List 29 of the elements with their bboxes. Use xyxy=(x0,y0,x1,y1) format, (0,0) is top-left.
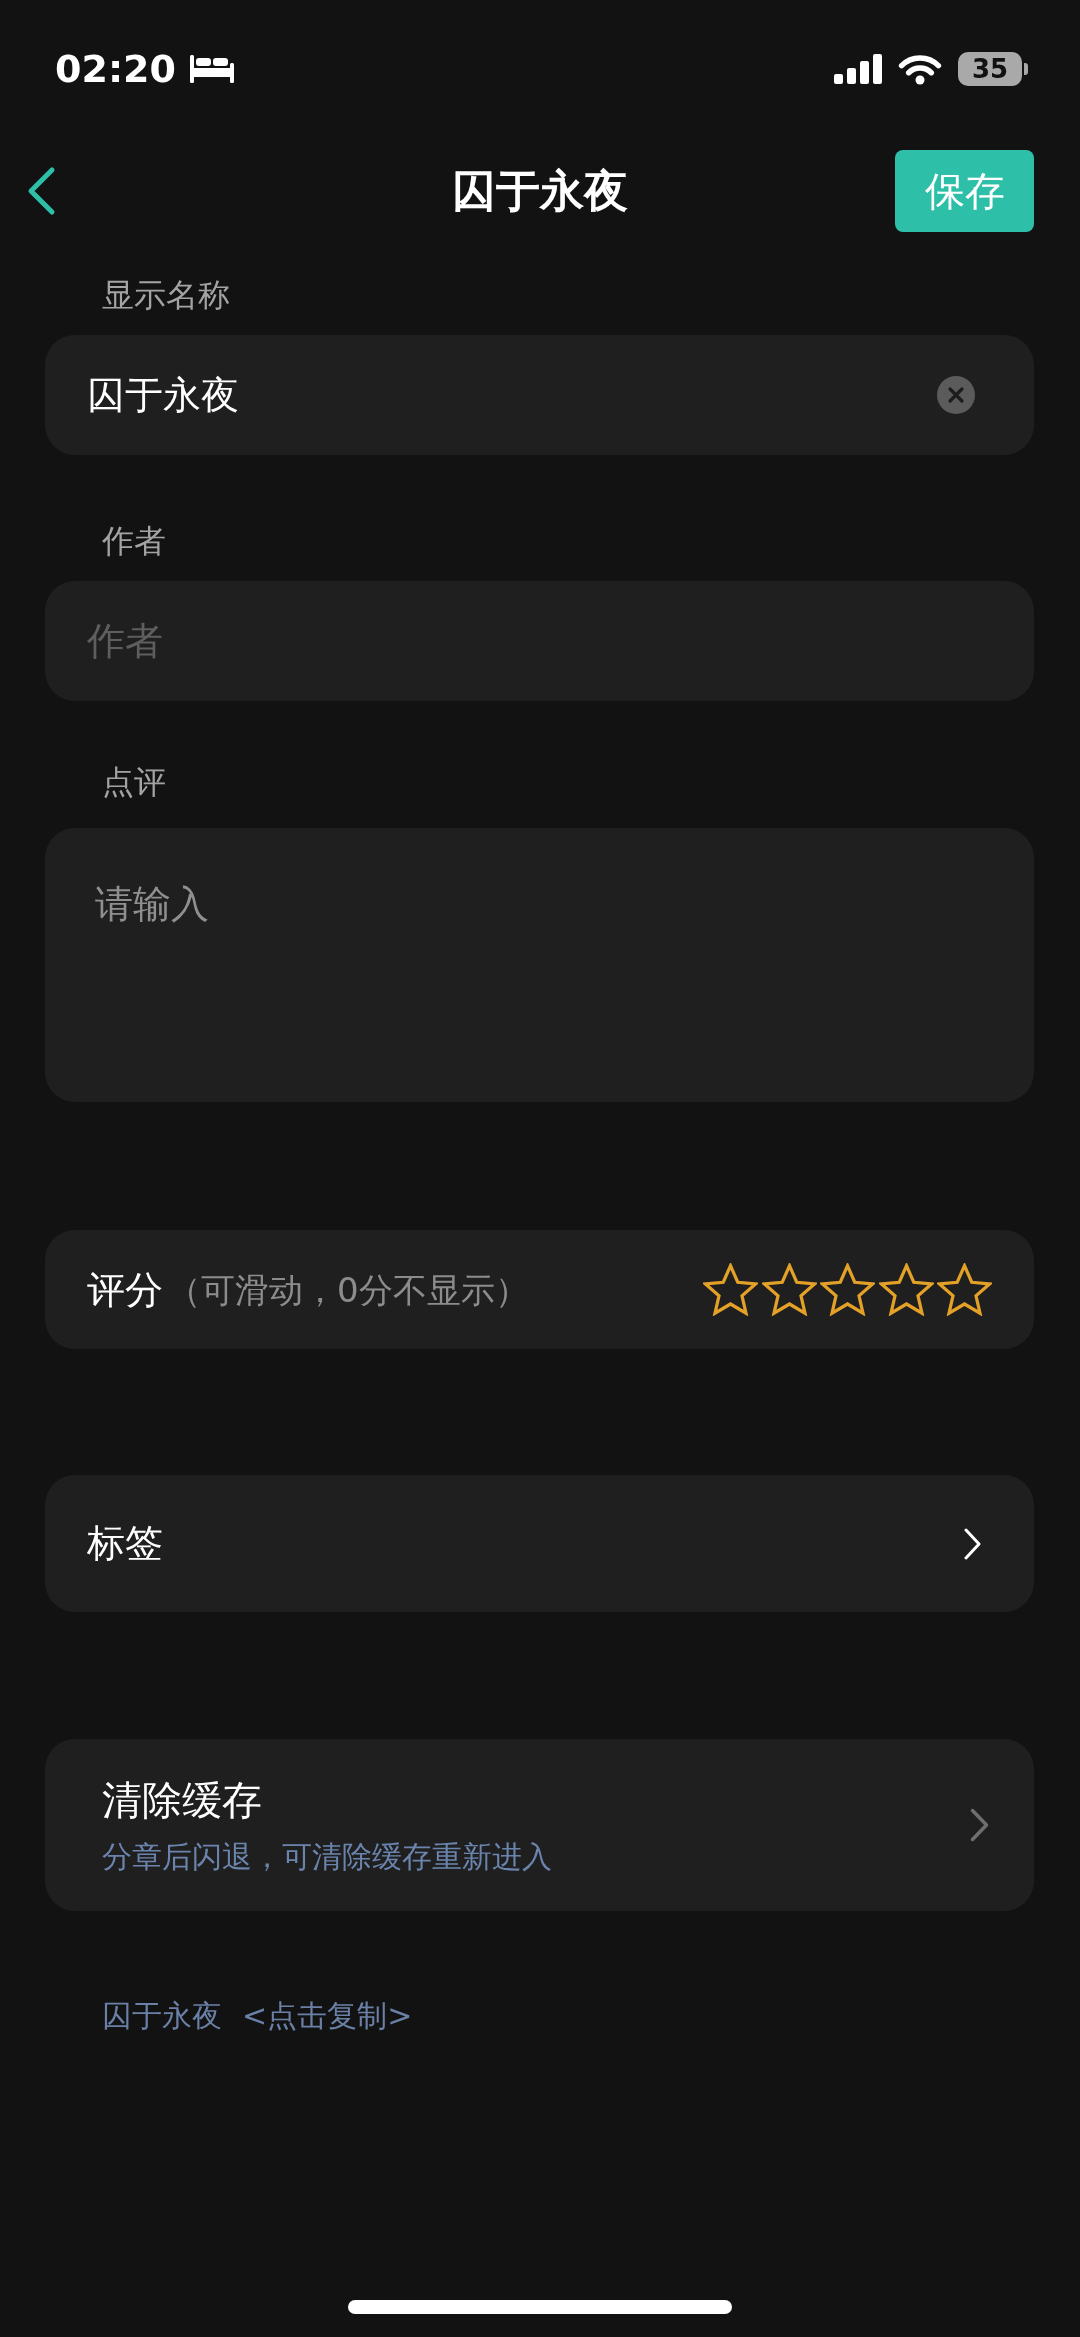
star-icon[interactable] xyxy=(761,1263,817,1316)
page-title: 囚于永夜 xyxy=(452,164,628,218)
text-field[interactable]: 作者 xyxy=(45,581,1034,701)
clear-cache-card[interactable]: 清除缓存 分章后闪退，可清除缓存重新进入 xyxy=(45,1739,1034,1911)
signal-icon xyxy=(834,54,882,84)
rating-hint: （可滑动，0分不显示） xyxy=(167,1268,529,1312)
clear-cache-description: 分章后闪退，可清除缓存重新进入 xyxy=(102,1837,552,1876)
tags-button[interactable]: 标签 xyxy=(45,1475,1034,1612)
text-area[interactable]: 请输入 xyxy=(45,828,1034,1102)
chevron-right-icon xyxy=(964,1527,981,1560)
status-time: 02:20 xyxy=(55,46,176,92)
field-label: 作者 xyxy=(102,521,166,562)
back-icon[interactable] xyxy=(26,166,56,216)
chevron-right-icon xyxy=(970,1808,989,1842)
book-title-text: 囚于永夜 xyxy=(102,1997,222,2035)
clear-cache-title: 清除缓存 xyxy=(102,1775,262,1825)
star-icon[interactable] xyxy=(703,1263,758,1316)
bed-icon xyxy=(189,55,234,83)
battery-indicator: 35 xyxy=(958,52,1028,86)
field-label: 点评 xyxy=(102,762,166,803)
copy-link[interactable]: <点击复制> xyxy=(242,1996,413,2036)
star-icon[interactable] xyxy=(937,1263,992,1316)
wifi-icon xyxy=(897,53,943,85)
star-icon[interactable] xyxy=(820,1263,875,1316)
text-field[interactable]: 囚于永夜 xyxy=(45,335,1034,455)
clear-icon[interactable] xyxy=(937,376,975,414)
star-icon[interactable] xyxy=(878,1263,934,1316)
rating-label: 评分 xyxy=(87,1266,163,1314)
field-label: 显示名称 xyxy=(102,275,230,316)
